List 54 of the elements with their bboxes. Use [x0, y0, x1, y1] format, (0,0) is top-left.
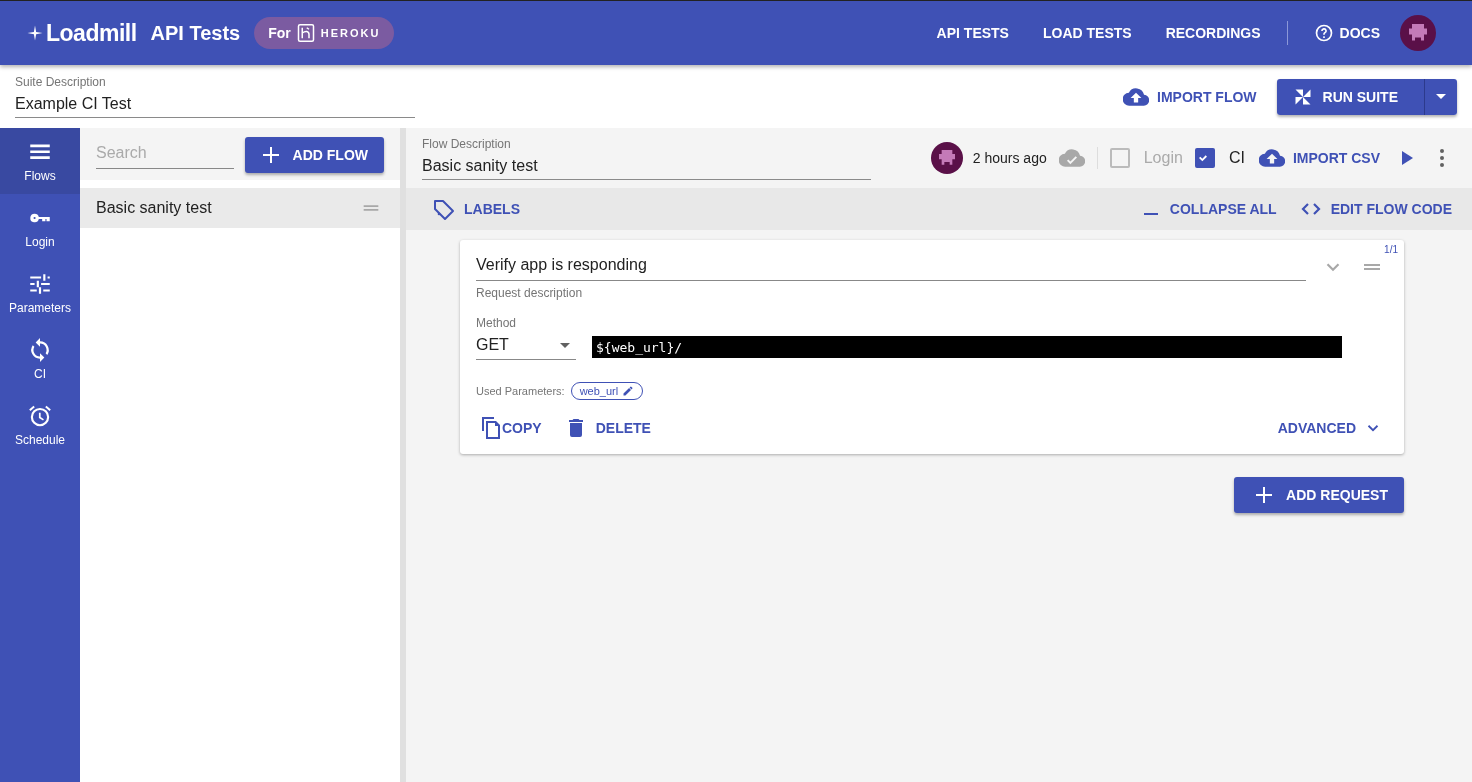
- sidebar-item[interactable]: Login: [0, 194, 80, 260]
- checkbox-label: Login: [1143, 149, 1183, 167]
- field-label: Flow Description: [422, 136, 511, 151]
- method-select[interactable]: GET: [476, 334, 576, 360]
- advanced-button[interactable]: ADVANCED: [1275, 415, 1384, 441]
- edit-flow-code-button[interactable]: EDIT FLOW CODE: [1296, 193, 1454, 225]
- dropdown-button[interactable]: [1424, 78, 1457, 115]
- heroku-logo-icon: [296, 22, 315, 44]
- search-field[interactable]: Search: [96, 139, 234, 169]
- help-icon: [1313, 23, 1334, 43]
- pencil-icon: [622, 385, 635, 397]
- minus-icon: [1143, 213, 1158, 215]
- import-flow-button[interactable]: IMPORT FLOW: [1121, 79, 1259, 114]
- delete-button[interactable]: DELETE: [561, 412, 653, 444]
- collapse-all-button[interactable]: COLLAPSE ALL: [1137, 197, 1279, 221]
- url-field[interactable]: ${web_url}/: [592, 336, 1342, 358]
- nav-link[interactable]: LOAD TESTS: [1042, 25, 1132, 41]
- checkbox[interactable]: [1194, 148, 1215, 168]
- badge-text: For: [268, 25, 291, 41]
- field-hint: Request description: [476, 286, 584, 300]
- sidebar-item[interactable]: Schedule: [0, 392, 80, 458]
- checkbox-label: CI: [1228, 149, 1245, 167]
- checkbox[interactable]: [1109, 148, 1130, 168]
- tag-icon: [432, 197, 456, 221]
- docs-link[interactable]: DOCS: [1313, 23, 1380, 43]
- product-title: API Tests: [150, 21, 241, 45]
- labels-button[interactable]: LABELS: [430, 193, 522, 225]
- field-label: Suite Description: [15, 75, 106, 89]
- avatar-icon[interactable]: [1400, 15, 1436, 51]
- add-request-button[interactable]: ADD REQUEST: [1234, 477, 1404, 513]
- import-csv-button[interactable]: IMPORT CSV: [1256, 141, 1382, 175]
- sidebar-item[interactable]: CI: [0, 326, 80, 392]
- run-suite-button[interactable]: RUN SUITE: [1276, 78, 1424, 115]
- request-counter: 1/1: [1384, 244, 1398, 255]
- flow-description-field[interactable]: Basic sanity test: [422, 150, 871, 180]
- caret-icon: [1436, 94, 1446, 99]
- updated-time: 2 hours ago: [972, 150, 1047, 166]
- sidebar-item[interactable]: Flows: [0, 128, 80, 194]
- nav-link[interactable]: RECORDINGS: [1165, 25, 1261, 41]
- flow-list-item[interactable]: Basic sanity test: [80, 188, 400, 228]
- avatar-icon: [930, 142, 963, 174]
- suite-description-field[interactable]: Example CI Test: [15, 89, 415, 118]
- resize-handle[interactable]: [400, 128, 406, 782]
- badge-brand: HEROKU: [320, 27, 381, 39]
- field-label: Method: [476, 316, 518, 330]
- logo-text: Loadmill: [46, 19, 137, 47]
- sidebar-item[interactable]: Parameters: [0, 260, 80, 326]
- nav-link[interactable]: API TESTS: [936, 25, 1009, 41]
- field-label: Used Parameters:: [476, 385, 565, 397]
- alarm-clock-icon: [27, 403, 53, 429]
- caret-icon: [560, 342, 570, 348]
- copy-button[interactable]: COPY: [476, 412, 544, 444]
- add-flow-button[interactable]: ADD FLOW: [244, 137, 384, 173]
- sliders-icon: [27, 271, 53, 297]
